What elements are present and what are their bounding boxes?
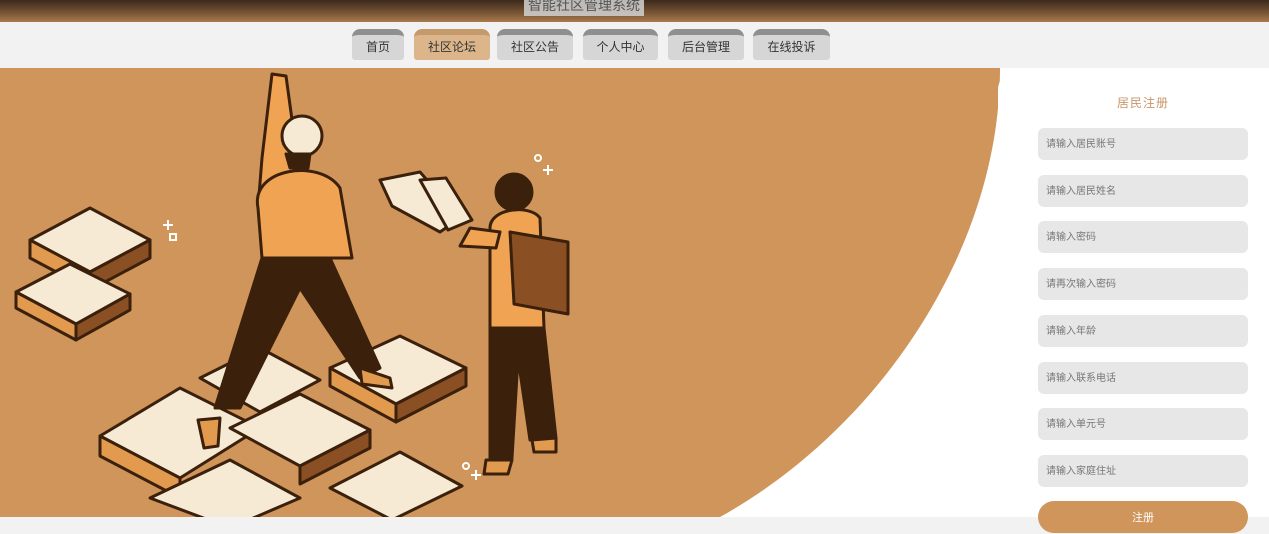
- account-input[interactable]: [1038, 128, 1248, 160]
- title-bar: 智能社区管理系统: [0, 0, 1269, 22]
- password-input[interactable]: [1038, 221, 1248, 253]
- phone-input[interactable]: [1038, 362, 1248, 394]
- address-input[interactable]: [1038, 455, 1248, 487]
- register-title: 居民注册: [1116, 96, 1169, 110]
- nav-personal-center[interactable]: 个人中心: [583, 29, 658, 60]
- nav-complaints[interactable]: 在线投诉: [753, 29, 830, 60]
- main-nav: 首页 社区论坛 社区公告 个人中心 后台管理 在线投诉: [0, 22, 1269, 68]
- age-input[interactable]: [1038, 315, 1248, 347]
- confirm-password-input[interactable]: [1038, 268, 1248, 300]
- name-input[interactable]: [1038, 175, 1248, 207]
- puzzle-floor: [98, 334, 468, 517]
- nav-admin[interactable]: 后台管理: [668, 29, 744, 60]
- person-right: [378, 170, 570, 476]
- nav-home[interactable]: 首页: [352, 29, 404, 60]
- puzzle-pieces-left: [14, 206, 152, 342]
- register-panel: 居民注册 注册: [998, 68, 1269, 533]
- nav-forum[interactable]: 社区论坛: [414, 29, 490, 60]
- register-button[interactable]: 注册: [1038, 501, 1248, 533]
- nav-announcements[interactable]: 社区公告: [497, 29, 573, 60]
- app-title: 智能社区管理系统: [524, 0, 644, 16]
- unit-number-input[interactable]: [1038, 408, 1248, 440]
